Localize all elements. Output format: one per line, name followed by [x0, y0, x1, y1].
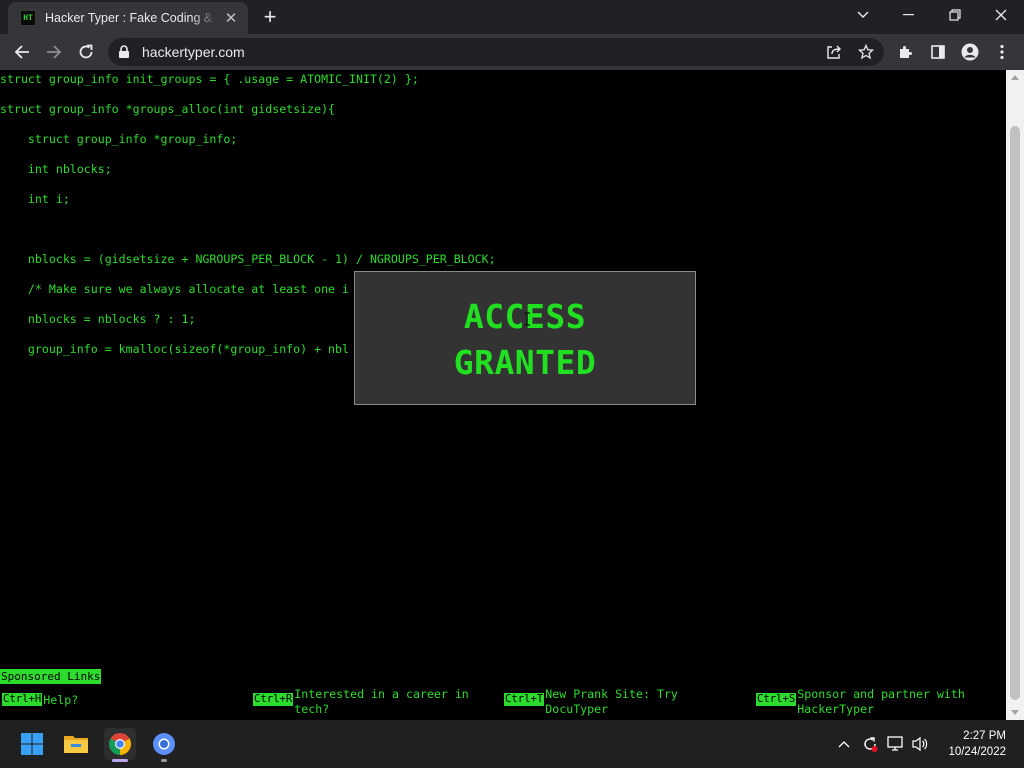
hint-key: Ctrl+H [2, 693, 43, 706]
scroll-down-arrow-icon[interactable] [1011, 710, 1019, 715]
share-icon[interactable] [824, 42, 844, 62]
puzzle-icon[interactable] [892, 38, 920, 66]
hint-help[interactable]: Ctrl+H Help? [2, 687, 78, 708]
vertical-scrollbar[interactable] [1006, 70, 1024, 720]
browser-tab[interactable]: HT Hacker Typer : Fake Coding & Hacker S… [8, 2, 248, 34]
text-cursor-icon [524, 312, 530, 326]
hint-sponsor[interactable]: Ctrl+S Sponsor and partner with HackerTy… [756, 687, 996, 717]
hint-prank-site[interactable]: Ctrl+T New Prank Site: Try DocuTyper [504, 687, 744, 717]
windows-taskbar: 2:27 PM 10/24/2022 [0, 720, 1024, 768]
tab-strip: HT Hacker Typer : Fake Coding & Hacker S… [0, 0, 1024, 34]
scrollbar-thumb[interactable] [1010, 126, 1020, 700]
restore-window-button[interactable] [932, 0, 978, 30]
scroll-up-arrow-icon[interactable] [1011, 75, 1019, 80]
kebab-menu-icon[interactable] [988, 38, 1016, 66]
tab-title: Hacker Typer : Fake Coding & Hacker Simu… [45, 11, 217, 25]
network-icon[interactable] [886, 734, 906, 754]
tab-close-icon[interactable]: ✕ [222, 9, 240, 27]
active-app-indicator [112, 759, 128, 762]
lock-icon[interactable] [118, 45, 130, 64]
file-explorer-icon[interactable] [60, 728, 92, 760]
code-line: int i; [0, 192, 70, 206]
profile-icon[interactable] [956, 38, 984, 66]
address-bar[interactable]: hackertyper.com [108, 38, 884, 66]
open-app-indicator [161, 759, 167, 762]
windows-start-icon[interactable] [16, 728, 48, 760]
code-line: int nblocks; [0, 162, 112, 176]
hint-label: Sponsor and partner with HackerTyper [797, 687, 965, 716]
sponsored-links-label: Sponsored Links [0, 669, 102, 684]
new-tab-button[interactable]: + [258, 4, 282, 29]
code-line: struct group_info *groups_alloc(int gids… [0, 102, 336, 116]
forward-arrow-icon[interactable] [40, 38, 68, 66]
hackertyper-favicon-icon: HT [20, 10, 36, 26]
side-panel-icon[interactable] [924, 38, 952, 66]
star-icon[interactable] [856, 42, 876, 62]
access-granted-popup[interactable]: ACCESS GRANTED [354, 271, 696, 405]
hint-label: Help? [43, 693, 79, 707]
access-granted-line2: GRANTED [453, 343, 597, 382]
url-text[interactable]: hackertyper.com [142, 44, 245, 60]
clock-date: 10/24/2022 [948, 746, 1006, 758]
code-line: struct group_info *group_info; [0, 132, 238, 146]
hint-career[interactable]: Ctrl+R Interested in a career in tech? [253, 687, 493, 717]
sync-alert-icon[interactable] [860, 734, 880, 754]
show-hidden-icons-chevron-icon[interactable] [834, 734, 854, 754]
close-window-button[interactable] [978, 0, 1024, 30]
tab-search-chevron-icon[interactable] [840, 0, 886, 30]
volume-icon[interactable] [910, 734, 930, 754]
back-arrow-icon[interactable] [8, 38, 36, 66]
access-granted-text: ACCESS GRANTED [355, 294, 695, 386]
hint-label: New Prank Site: Try DocuTyper [545, 687, 678, 716]
hint-key: Ctrl+R [253, 693, 294, 706]
clock-time: 2:27 PM [963, 730, 1006, 742]
taskbar-clock[interactable]: 2:27 PM 10/24/2022 [948, 728, 1006, 760]
chromium-taskbar-icon[interactable] [148, 728, 180, 762]
minimize-window-button[interactable] [886, 0, 932, 30]
chrome-taskbar-icon[interactable] [104, 728, 136, 762]
hint-key: Ctrl+S [756, 693, 797, 706]
hint-key: Ctrl+T [504, 693, 545, 706]
hint-label: Interested in a career in tech? [294, 687, 469, 716]
code-line: struct group_info init_groups = { .usage… [0, 72, 419, 86]
reload-icon[interactable] [72, 38, 100, 66]
code-line: nblocks = (gidsetsize + NGROUPS_PER_BLOC… [0, 252, 496, 266]
hackertyper-page[interactable]: struct group_info init_groups = { .usage… [0, 70, 1006, 720]
